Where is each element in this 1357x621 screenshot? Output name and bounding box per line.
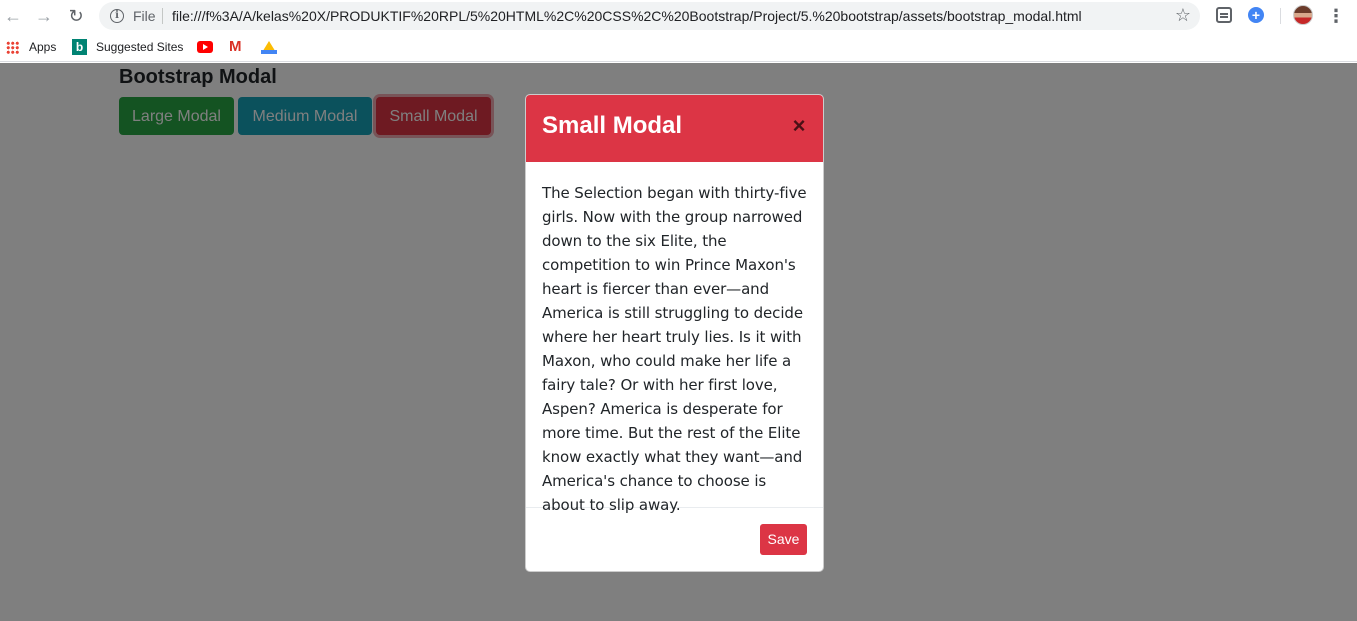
small-modal-dialog: Small Modal × The Selection began with t…	[525, 94, 824, 572]
url-text[interactable]: file:///f%3A/A/kelas%20X/PRODUKTIF%20RPL…	[172, 8, 1082, 24]
star-icon[interactable]: ☆	[1175, 5, 1191, 26]
close-icon[interactable]: ×	[791, 114, 807, 138]
reload-icon[interactable]: ↻	[65, 5, 87, 27]
page-viewport: Bootstrap Modal Large Modal Medium Modal…	[0, 63, 1357, 621]
modal-title: Small Modal	[542, 112, 683, 139]
bookmark-gmail[interactable]: M	[229, 39, 242, 55]
youtube-icon	[197, 41, 213, 53]
bing-icon: b	[72, 39, 87, 55]
bookmark-youtube[interactable]	[197, 39, 213, 55]
drive-icon	[261, 40, 277, 54]
bookmark-suggested-label: Suggested Sites	[96, 40, 184, 54]
modal-header: Small Modal ×	[526, 95, 823, 162]
modal-footer: Save	[526, 508, 823, 571]
forward-arrow-icon[interactable]: →	[33, 5, 55, 27]
bookmark-apps[interactable]: Apps	[6, 39, 56, 55]
scheme-label: File	[133, 8, 156, 24]
plus-extension-icon[interactable]: +	[1248, 7, 1264, 23]
modal-body: The Selection began with thirty-five gir…	[526, 162, 823, 514]
info-icon[interactable]: i	[110, 9, 124, 23]
message-extension-icon[interactable]	[1216, 7, 1232, 23]
back-arrow-icon[interactable]: ←	[2, 5, 24, 27]
apps-grid-icon	[6, 40, 19, 54]
browser-toolbar: ← → ↻ i File file:///f%3A/A/kelas%20X/PR…	[0, 0, 1357, 32]
avatar[interactable]	[1293, 5, 1313, 25]
gmail-icon: M	[229, 38, 242, 55]
bookmarks-bar: Apps b Suggested Sites M	[0, 32, 1357, 62]
address-bar[interactable]: i File file:///f%3A/A/kelas%20X/PRODUKTI…	[99, 2, 1200, 30]
toolbar-divider	[1280, 8, 1281, 24]
omnibox-divider	[162, 8, 163, 24]
modal-body-text: The Selection began with thirty-five gir…	[542, 184, 807, 514]
more-menu-icon[interactable]: ⋮	[1326, 4, 1346, 28]
save-button[interactable]: Save	[760, 524, 807, 555]
bookmark-suggested-sites[interactable]: b Suggested Sites	[72, 39, 183, 55]
bookmark-drive[interactable]	[261, 39, 277, 55]
bookmark-apps-label: Apps	[29, 40, 57, 54]
